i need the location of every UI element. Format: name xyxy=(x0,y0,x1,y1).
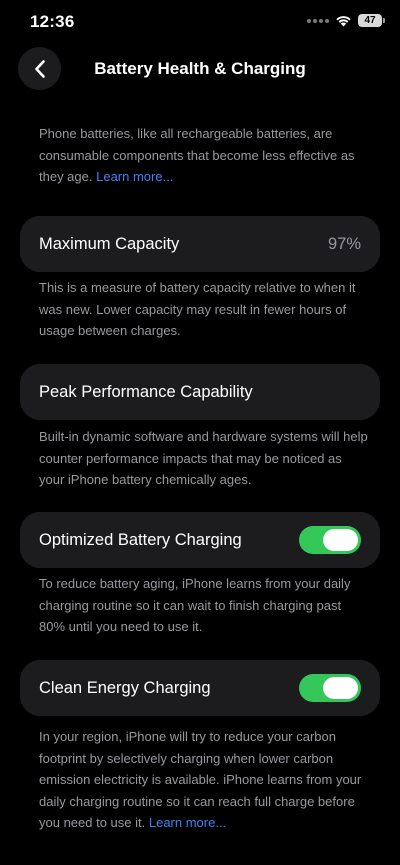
status-bar: 12:36 47 xyxy=(0,0,400,44)
peak-performance-label: Peak Performance Capability xyxy=(39,382,253,401)
toggle-knob xyxy=(323,677,358,699)
optimized-charging-row: Optimized Battery Charging xyxy=(20,512,380,568)
status-indicators: 47 xyxy=(307,14,385,27)
maximum-capacity-label: Maximum Capacity xyxy=(39,234,180,253)
clean-energy-toggle[interactable] xyxy=(299,674,361,702)
status-time: 12:36 xyxy=(30,12,75,31)
clean-energy-row: Clean Energy Charging xyxy=(20,660,380,716)
maximum-capacity-description: This is a measure of battery capacity re… xyxy=(39,280,356,338)
maximum-capacity-row: Maximum Capacity 97% xyxy=(20,216,380,272)
optimized-charging-toggle[interactable] xyxy=(299,526,361,554)
peak-performance-row: Peak Performance Capability xyxy=(20,364,380,420)
optimized-charging-description: To reduce battery aging, iPhone learns f… xyxy=(39,576,351,634)
intro-text: Phone batteries, like all rechargeable b… xyxy=(39,126,355,184)
clean-energy-label: Clean Energy Charging xyxy=(39,678,211,697)
optimized-charging-label: Optimized Battery Charging xyxy=(39,530,242,549)
page-title: Battery Health & Charging xyxy=(94,59,306,78)
learn-more-link[interactable]: Learn more... xyxy=(149,815,226,830)
toggle-knob xyxy=(323,529,358,551)
intro-description: Phone batteries, like all rechargeable b… xyxy=(39,123,369,188)
battery-icon: 47 xyxy=(358,14,385,27)
maximum-capacity-value: 97% xyxy=(327,234,361,253)
wifi-icon xyxy=(336,15,351,26)
clean-energy-description: In your region, iPhone will try to reduc… xyxy=(39,726,369,834)
learn-more-link[interactable]: Learn more... xyxy=(96,169,173,184)
cellular-signal-icon xyxy=(307,18,329,23)
peak-performance-description: Built-in dynamic software and hardware s… xyxy=(39,429,368,487)
battery-level: 47 xyxy=(364,15,376,26)
